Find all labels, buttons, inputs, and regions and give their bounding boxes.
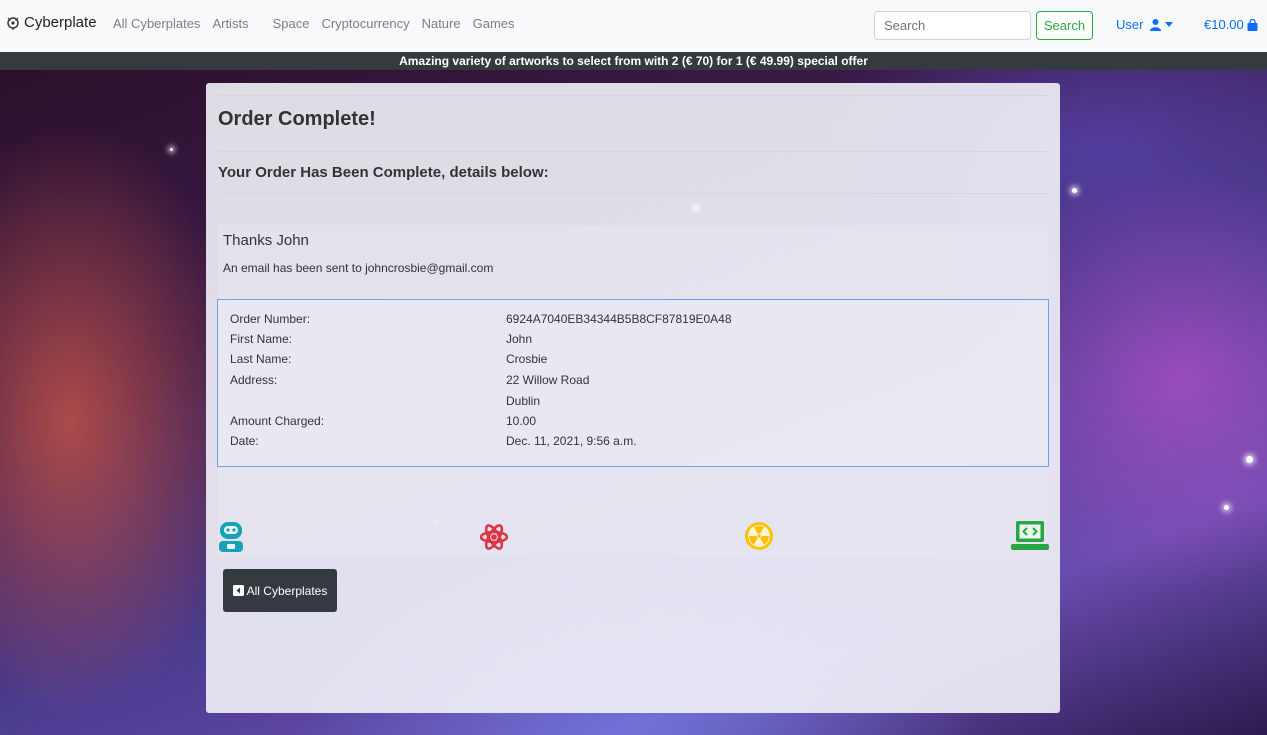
all-cyberplates-label: All Cyberplates — [246, 583, 328, 598]
order-details-box: Order Number: 6924A7040EB34344B5B8CF8781… — [217, 299, 1049, 467]
cart-total: €10.00 — [1204, 17, 1244, 32]
nav-link-space[interactable]: Space — [273, 16, 310, 31]
divider — [218, 95, 1048, 96]
nav-link-cryptocurrency[interactable]: Cryptocurrency — [321, 16, 409, 31]
offer-banner: Amazing variety of artworks to select fr… — [0, 52, 1267, 70]
detail-label: Date: — [230, 434, 259, 448]
nav-link-all-cyberplates[interactable]: All Cyberplates — [113, 16, 200, 31]
laptop-code-icon — [1011, 521, 1049, 550]
detail-label: Amount Charged: — [230, 414, 325, 428]
nav-link-nature[interactable]: Nature — [422, 16, 461, 31]
detail-label: First Name: — [230, 332, 293, 346]
detail-value: 22 Willow Road — [506, 373, 590, 387]
all-cyberplates-button[interactable]: All Cyberplates — [223, 569, 337, 612]
order-card: Order Complete! Your Order Has Been Comp… — [206, 83, 1060, 713]
robot-icon — [219, 522, 243, 552]
detail-label: Address: — [230, 373, 278, 387]
detail-value: Dublin — [506, 394, 541, 408]
detail-value: 6924A7040EB34344B5B8CF87819E0A48 — [506, 312, 732, 326]
nav-links: All Cyberplates Artists Space Cryptocurr… — [113, 16, 527, 31]
divider — [218, 151, 1048, 152]
background-star — [1072, 188, 1077, 193]
page-title: Order Complete! — [218, 108, 376, 130]
detail-value: John — [506, 332, 533, 346]
user-label: User — [1116, 17, 1144, 32]
detail-label: Last Name: — [230, 352, 292, 366]
search-button[interactable]: Search — [1036, 11, 1093, 40]
order-subtitle: Your Order Has Been Complete, details be… — [218, 164, 549, 181]
search-input[interactable] — [874, 11, 1031, 40]
detail-value: Dec. 11, 2021, 9:56 a.m. — [506, 434, 637, 448]
brand-name: Cyberplate — [24, 14, 97, 31]
navbar: Cyberplate All Cyberplates Artists Space… — [0, 0, 1267, 52]
user-dropdown[interactable]: User — [1116, 17, 1174, 32]
background-star — [1224, 505, 1229, 510]
nav-link-artists[interactable]: Artists — [212, 16, 248, 31]
background-star — [1246, 456, 1253, 463]
radiation-icon — [745, 522, 773, 550]
nav-link-games[interactable]: Games — [473, 16, 515, 31]
thanks-message: Thanks John — [223, 232, 309, 249]
email-confirmation: An email has been sent to johncrosbie@gm… — [223, 261, 494, 275]
chevron-down-icon — [1165, 22, 1174, 27]
user-icon — [1150, 18, 1162, 31]
cyberplate-logo-icon — [7, 16, 19, 30]
caret-left-square-icon — [232, 585, 244, 596]
cart-link[interactable]: €10.00 — [1204, 17, 1258, 32]
divider — [218, 193, 1048, 194]
shopping-bag-icon — [1247, 18, 1258, 31]
detail-value: Crosbie — [506, 352, 548, 366]
atom-icon — [480, 524, 508, 550]
brand-logo[interactable]: Cyberplate — [6, 14, 97, 31]
background-star — [170, 148, 173, 151]
detail-value: 10.00 — [506, 414, 537, 428]
detail-label: Order Number: — [230, 312, 311, 326]
